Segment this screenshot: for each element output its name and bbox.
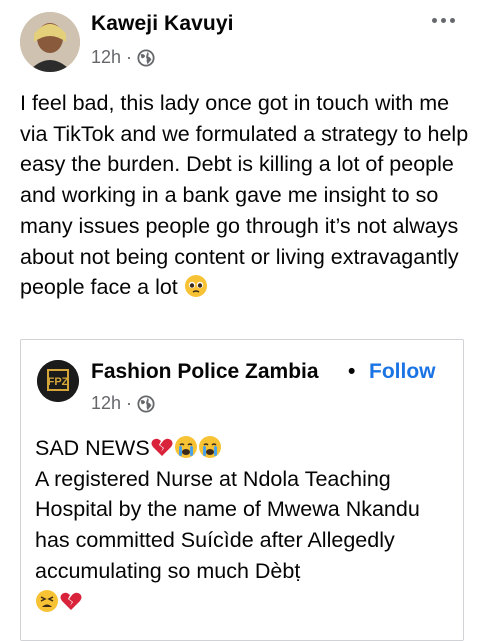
svg-text:FPZ: FPZ (48, 376, 69, 388)
shared-page-name[interactable]: Fashion Police Zambia (91, 360, 319, 384)
globe-icon (137, 394, 155, 413)
shared-post-body: SAD NEWS A registered Nurse at Ndola Tea… (35, 433, 455, 617)
post-meta: 12h · (91, 47, 155, 68)
post-time[interactable]: 12h (91, 47, 121, 68)
broken-heart-emoji-icon (151, 438, 173, 456)
page-logo[interactable]: FPZ (37, 360, 79, 402)
broken-heart-emoji-icon (60, 592, 82, 610)
author-name[interactable]: Kaweji Kavuyi (91, 12, 234, 36)
shared-meta-separator: · (126, 393, 133, 413)
author-avatar[interactable] (20, 12, 80, 72)
more-options-icon[interactable] (432, 18, 462, 28)
globe-icon (137, 48, 155, 67)
crying-face-emoji-icon (198, 436, 221, 458)
crying-face-emoji-icon (174, 436, 197, 458)
shared-post-meta: 12h · (91, 393, 155, 414)
shared-post-time[interactable]: 12h (91, 393, 121, 414)
post-body: I feel bad, this lady once got in touch … (20, 88, 472, 303)
meta-separator: · (126, 47, 133, 67)
post-text: I feel bad, this lady once got in touch … (20, 91, 469, 300)
follow-separator: • (348, 360, 356, 383)
shared-post-text: A registered Nurse at Ndola Teaching Hos… (35, 466, 420, 583)
shared-headline: SAD NEWS (35, 436, 150, 460)
pleading-face-emoji-icon (184, 275, 207, 298)
follow-button[interactable]: Follow (369, 360, 436, 384)
shared-post-card[interactable]: FPZ Fashion Police Zambia • Follow 12h ·… (20, 339, 464, 641)
tired-face-emoji-icon (36, 589, 58, 612)
